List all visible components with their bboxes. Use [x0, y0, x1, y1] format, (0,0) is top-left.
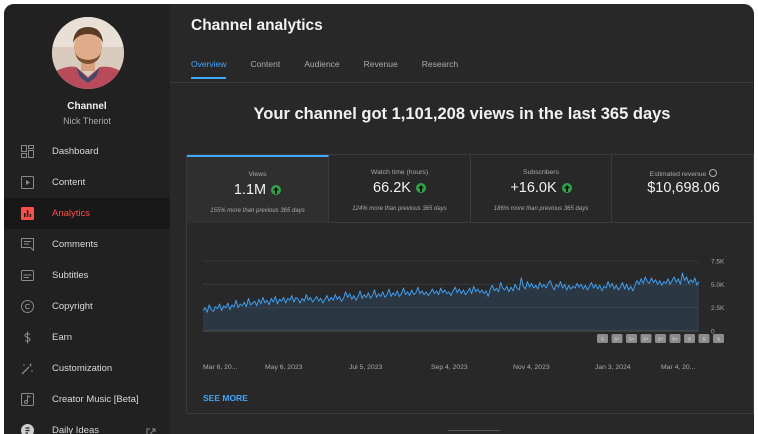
x-tick-label: Mar 4, 20... — [661, 364, 695, 371]
metric-value-row: $10,698.06 — [612, 180, 754, 196]
sidebar-item-earn[interactable]: Earn — [4, 322, 170, 353]
content-icon — [20, 176, 34, 190]
metric-value-row: 66.2K — [329, 180, 470, 196]
arrow-up-icon — [561, 183, 572, 193]
app-window: Channel Nick Theriot Dashboard Content A… — [4, 4, 754, 434]
avatar-photo — [52, 17, 124, 89]
metric-card-views[interactable]: Views 1.1M 155% more than previous 365 d… — [187, 155, 329, 223]
sidebar-item-daily-ideas[interactable]: Daily Ideas — [4, 415, 170, 434]
creator-music-icon — [20, 393, 34, 407]
channel-name: Nick Theriot — [63, 116, 111, 126]
sidebar-item-subtitles[interactable]: Subtitles — [4, 260, 170, 291]
publish-marker-label: S+ — [658, 337, 664, 342]
x-tick-label: Sep 4, 2023 — [431, 364, 468, 371]
publish-marker-label: S — [688, 337, 691, 342]
metric-note: 186% more than previous 365 days — [493, 206, 589, 212]
publish-marker-label: S — [601, 337, 604, 342]
tab-research[interactable]: Research — [422, 59, 458, 79]
publish-marker-label: S+ — [614, 337, 620, 342]
x-tick-label: Mar 6, 20... — [203, 364, 237, 371]
metric-card-revenue[interactable]: Estimated revenue $10,698.06 — [612, 155, 754, 223]
sidebar-item-comments[interactable]: Comments — [4, 229, 170, 260]
metric-label: Estimated revenue — [649, 171, 707, 178]
x-tick-label: May 6, 2023 — [265, 364, 303, 371]
metric-card-subscribers[interactable]: Subscribers +16.0K 186% more than previo… — [471, 155, 612, 223]
daily-ideas-icon — [20, 424, 34, 434]
publish-marker-label: S — [702, 337, 705, 342]
y-tick-label: 7.5K — [711, 259, 725, 266]
dashboard-icon — [20, 145, 34, 159]
x-tick-label: Nov 4, 2023 — [513, 364, 550, 371]
sidebar-item-content[interactable]: Content — [4, 167, 170, 198]
overview-panel: Views 1.1M 155% more than previous 365 d… — [186, 154, 754, 414]
series-area — [203, 273, 699, 331]
subtitles-icon — [20, 269, 34, 283]
metric-value: 1.1M — [233, 182, 267, 198]
arrow-up-icon — [271, 185, 282, 195]
x-tick-label: Jul 5, 2023 — [349, 364, 382, 371]
publish-marker-label: S+ — [629, 337, 635, 342]
publish-marker-label: S+ — [672, 337, 678, 342]
scroll-indicator — [448, 430, 500, 431]
sidebar-item-label: Comments — [52, 239, 98, 250]
metric-label: Watch time (hours) — [370, 169, 429, 176]
x-tick-label: Jan 3, 2024 — [595, 364, 631, 371]
publish-marker-label: S — [717, 337, 720, 342]
page-title: Channel analytics — [191, 17, 323, 34]
sidebar-item-label: Analytics — [52, 208, 91, 219]
tab-content[interactable]: Content — [250, 59, 280, 79]
channel-label: Channel — [67, 101, 107, 112]
clock-icon — [709, 169, 718, 177]
metric-value: 66.2K — [373, 180, 411, 196]
customization-icon — [20, 362, 34, 376]
metric-note: 124% more than previous 365 days — [352, 206, 447, 212]
metric-label: Subscribers — [523, 169, 559, 176]
copyright-icon — [20, 300, 34, 314]
tabs-divider — [170, 82, 754, 83]
y-tick-label: 5.0K — [711, 282, 725, 289]
tab-revenue[interactable]: Revenue — [364, 59, 398, 79]
sidebar-item-copyright[interactable]: Copyright — [4, 291, 170, 322]
sidebar-item-customization[interactable]: Customization — [4, 353, 170, 384]
publish-marker-label: S+ — [643, 337, 649, 342]
arrow-up-icon — [415, 183, 426, 193]
sidebar-item-label: Subtitles — [52, 270, 89, 281]
channel-avatar[interactable] — [52, 17, 124, 89]
sidebar-item-label: Dashboard — [52, 146, 99, 157]
analytics-icon — [20, 207, 34, 221]
sidebar-nav: Dashboard Content Analytics Comments Sub… — [4, 136, 170, 434]
metric-label-row: Estimated revenue — [612, 169, 754, 178]
tab-audience[interactable]: Audience — [304, 59, 339, 79]
see-more-button[interactable]: SEE MORE — [203, 393, 248, 403]
tab-overview[interactable]: Overview — [191, 59, 227, 79]
sidebar-item-label: Content — [52, 177, 86, 188]
sidebar-item-label: Creator Music [Beta] — [52, 394, 139, 405]
metric-value: +16.0K — [510, 180, 557, 196]
sidebar-item-analytics[interactable]: Analytics — [4, 198, 170, 229]
earn-icon — [20, 331, 34, 345]
sidebar-item-dashboard[interactable]: Dashboard — [4, 136, 170, 167]
comments-icon — [20, 238, 34, 252]
metric-card-watch-time[interactable]: Watch time (hours) 66.2K 124% more than … — [329, 155, 471, 223]
external-link-icon — [146, 425, 156, 434]
metric-label: Views — [248, 171, 267, 178]
main-content: Channel analytics Overview Content Audie… — [170, 4, 754, 434]
sidebar-item-label: Earn — [52, 332, 73, 343]
metric-note: 155% more than previous 365 days — [210, 208, 305, 214]
metric-value-row: +16.0K — [471, 180, 611, 196]
views-line-chart[interactable]: 7.5K5.0K2.5K0S S+ S+ S+ S+ S+ S S SMar 6, 20... M… — [187, 243, 754, 383]
metric-value-row: 1.1M — [187, 182, 328, 198]
y-tick-label: 2.5K — [711, 305, 725, 312]
metric-cards: Views 1.1M 155% more than previous 365 d… — [187, 155, 754, 223]
sidebar-item-label: Customization — [52, 363, 113, 374]
summary-headline: Your channel got 1,101,208 views in the … — [253, 105, 671, 123]
sidebar-item-label: Daily Ideas — [52, 425, 99, 434]
sidebar-item-label: Copyright — [52, 301, 93, 312]
sidebar: Channel Nick Theriot Dashboard Content A… — [4, 4, 170, 434]
analytics-tabs: Overview Content Audience Revenue Resear… — [191, 59, 482, 79]
metric-value: $10,698.06 — [647, 180, 720, 196]
sidebar-item-creator-music[interactable]: Creator Music [Beta] — [4, 384, 170, 415]
